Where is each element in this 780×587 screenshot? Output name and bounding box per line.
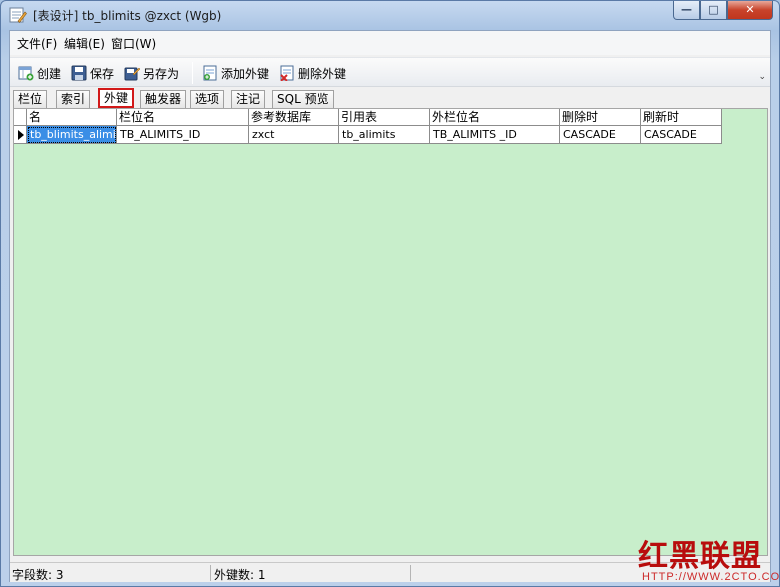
cell-name[interactable]: tb_blimits_alimits: [27, 126, 117, 144]
grid-header: 名 栏位名 参考数据库 引用表 外栏位名 删除时 刷新时: [14, 109, 722, 126]
create-label: 创建: [37, 66, 62, 81]
close-button[interactable]: ✕: [727, 1, 773, 20]
cell-on-delete[interactable]: CASCADE: [560, 126, 641, 144]
toolbar: 创建 保存 另存为 添加外键 删除外键 ⌄: [10, 57, 770, 87]
save-as-button[interactable]: 另存为: [124, 63, 179, 83]
save-as-label: 另存为: [143, 66, 180, 81]
create-button[interactable]: 创建: [18, 63, 61, 83]
tab-triggers[interactable]: 触发器: [140, 90, 187, 108]
status-divider: [410, 565, 411, 581]
tab-options[interactable]: 选项: [190, 90, 225, 108]
toolbar-overflow-icon[interactable]: ⌄: [758, 72, 766, 82]
tab-foreign-keys[interactable]: 外键: [98, 88, 135, 108]
minimize-button[interactable]: —: [673, 1, 700, 20]
menu-window[interactable]: 窗口(W): [111, 35, 156, 52]
tab-indexes[interactable]: 索引: [56, 90, 91, 108]
menu-edit[interactable]: 编辑(E): [64, 35, 105, 52]
column-header-field[interactable]: 栏位名: [117, 109, 249, 126]
menu-bar: 文件(F) 编辑(E) 窗口(W): [10, 31, 770, 55]
toolbar-separator: [192, 62, 193, 84]
create-icon: [18, 66, 34, 81]
window-client-area: 文件(F) 编辑(E) 窗口(W) 创建 保存 另存为 添加外键 删除外键 ⌄ …: [9, 30, 771, 582]
tab-comment[interactable]: 注记: [231, 90, 266, 108]
save-label: 保存: [90, 66, 115, 81]
column-header-ref-table[interactable]: 引用表: [339, 109, 430, 126]
cell-ref-field[interactable]: TB_ALIMITS _ID: [430, 126, 560, 144]
cell-ref-table[interactable]: tb_alimits: [339, 126, 430, 144]
design-tabs: 栏位 索引 外键 触发器 选项 注记 SQL 预览: [10, 88, 770, 108]
tab-sql-preview[interactable]: SQL 预览: [272, 90, 334, 108]
tab-fields[interactable]: 栏位: [13, 90, 48, 108]
column-header-ref-database[interactable]: 参考数据库: [249, 109, 339, 126]
cell-ref-database[interactable]: zxct: [249, 126, 339, 144]
watermark-text: 红黑联盟: [638, 539, 762, 574]
title-bar[interactable]: [表设计] tb_blimits @zxct (Wgb) — □ ✕: [1, 1, 779, 29]
add-foreign-key-label: 添加外键: [221, 66, 270, 81]
column-header-on-delete[interactable]: 删除时: [560, 109, 641, 126]
window-title: [表设计] tb_blimits @zxct (Wgb): [33, 9, 222, 23]
watermark-url: HTTP://WWW.2CTO.COM: [642, 571, 780, 583]
table-design-icon: [9, 7, 27, 23]
save-icon: [71, 65, 87, 81]
delete-foreign-key-label: 删除外键: [298, 66, 347, 81]
save-button[interactable]: 保存: [71, 63, 114, 83]
table-row[interactable]: tb_blimits_alimits TB_ALIMITS_ID zxct tb…: [14, 126, 722, 144]
foreign-key-count-status: 外键数: 1: [214, 568, 266, 582]
add-foreign-key-icon: [203, 65, 217, 81]
field-count-status: 字段数: 3: [12, 568, 64, 582]
column-header-name[interactable]: 名: [27, 109, 117, 126]
column-header-ref-field[interactable]: 外栏位名: [430, 109, 560, 126]
window-controls: — □ ✕: [673, 1, 773, 20]
foreign-key-grid[interactable]: 名 栏位名 参考数据库 引用表 外栏位名 删除时 刷新时 tb_blimits_…: [13, 108, 768, 556]
table-designer-window: [表设计] tb_blimits @zxct (Wgb) — □ ✕ 文件(F)…: [0, 0, 780, 587]
cell-field[interactable]: TB_ALIMITS_ID: [117, 126, 249, 144]
maximize-button[interactable]: □: [700, 1, 727, 20]
current-row-arrow-icon: [18, 130, 24, 140]
menu-file[interactable]: 文件(F): [17, 35, 57, 52]
delete-foreign-key-icon: [280, 65, 294, 81]
row-indicator-header: [14, 109, 27, 126]
status-divider: [210, 565, 211, 581]
delete-foreign-key-button[interactable]: 删除外键: [279, 63, 346, 83]
column-header-on-update[interactable]: 刷新时: [641, 109, 722, 126]
watermark-logo: 红黑联盟 HTTP://WWW.2CTO.COM: [626, 531, 780, 583]
cell-on-update[interactable]: CASCADE: [641, 126, 722, 144]
current-row-indicator: [14, 126, 27, 144]
save-as-icon: [124, 67, 140, 81]
add-foreign-key-button[interactable]: 添加外键: [202, 63, 269, 83]
